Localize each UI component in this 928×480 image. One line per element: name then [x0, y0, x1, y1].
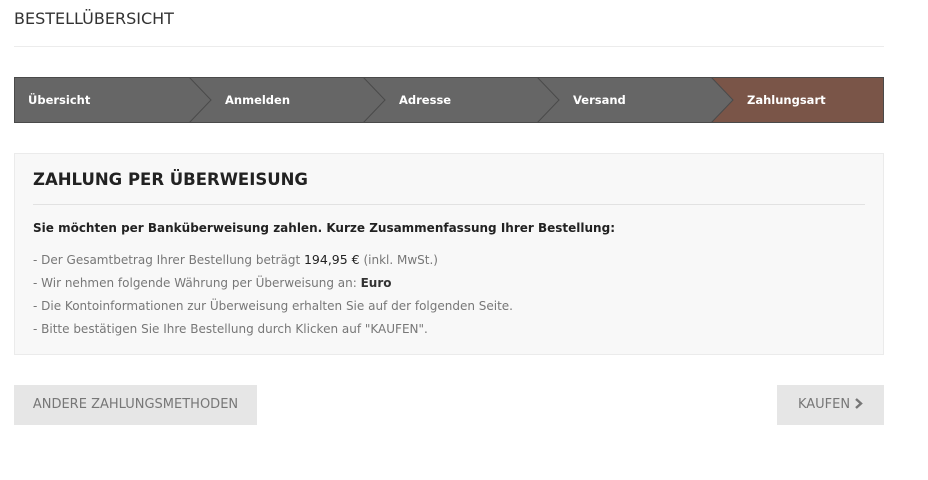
step-anmelden[interactable]: Anmelden	[225, 77, 290, 123]
order-summary-list: - Der Gesamtbetrag Ihrer Bestellung betr…	[33, 251, 513, 343]
step-shape-versand	[537, 77, 733, 123]
checkout-steps: Übersicht Anmelden Adresse Versand Zahlu…	[14, 77, 884, 123]
tax-note: (inkl. MwSt.)	[359, 253, 438, 267]
step-uebersicht[interactable]: Übersicht	[28, 77, 90, 123]
list-item: - Wir nehmen folgende Währung per Überwe…	[33, 274, 513, 297]
total-amount: 194,95 €	[303, 252, 360, 267]
payment-panel: ZAHLUNG PER ÜBERWEISUNG Sie möchten per …	[14, 153, 884, 355]
step-versand[interactable]: Versand	[573, 77, 626, 123]
other-payment-methods-label: ANDERE ZAHLUNGSMETHODEN	[32, 397, 239, 412]
page-title: BESTELLÜBERSICHT	[14, 9, 174, 28]
step-shape-adresse	[363, 77, 559, 123]
payment-intro: Sie möchten per Banküberweisung zahlen. …	[33, 221, 615, 235]
currency-label: - Wir nehmen folgende Währung per Überwe…	[33, 276, 361, 290]
step-zahlungsart[interactable]: Zahlungsart	[747, 77, 826, 123]
list-item: - Der Gesamtbetrag Ihrer Bestellung betr…	[33, 251, 513, 274]
list-item: - Die Kontoinformationen zur Überweisung…	[33, 297, 513, 320]
step-adresse[interactable]: Adresse	[399, 77, 451, 123]
account-info-note: - Die Kontoinformationen zur Überweisung…	[33, 299, 513, 313]
chevron-right-icon	[854, 385, 863, 425]
list-item: - Bitte bestätigen Sie Ihre Bestellung d…	[33, 320, 513, 343]
buy-label: KAUFEN	[797, 397, 851, 412]
title-divider	[14, 46, 884, 47]
other-payment-methods-button[interactable]: ANDERE ZAHLUNGSMETHODEN	[14, 385, 257, 425]
panel-divider	[33, 204, 865, 205]
total-label: - Der Gesamtbetrag Ihrer Bestellung betr…	[33, 253, 304, 267]
currency-value: Euro	[360, 276, 392, 290]
payment-title: ZAHLUNG PER ÜBERWEISUNG	[33, 170, 308, 189]
confirm-note: - Bitte bestätigen Sie Ihre Bestellung d…	[33, 322, 428, 336]
buy-button[interactable]: KAUFEN	[777, 385, 884, 425]
